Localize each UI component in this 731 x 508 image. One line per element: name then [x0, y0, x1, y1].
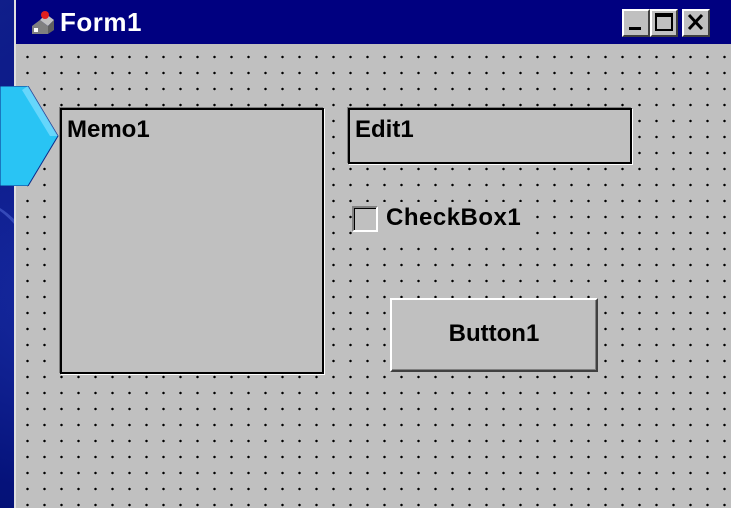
maximize-icon	[655, 13, 673, 31]
minimize-button[interactable]	[622, 9, 650, 37]
form-client-area[interactable]: Memo1 Edit1 CheckBox1 Button1	[16, 44, 731, 508]
checkbox[interactable]: CheckBox1	[352, 202, 528, 236]
memo-text: Memo1	[67, 116, 150, 143]
minimize-icon	[629, 27, 641, 30]
window-title: Form1	[60, 7, 142, 37]
maximize-button[interactable]	[650, 9, 678, 37]
edit-field[interactable]: Edit1	[348, 108, 632, 164]
button1[interactable]: Button1	[390, 298, 598, 372]
checkbox-box[interactable]	[352, 206, 378, 232]
close-button[interactable]	[682, 9, 710, 37]
memo-box[interactable]: Memo1	[60, 108, 324, 374]
edit-value: Edit1	[355, 116, 414, 143]
form-window[interactable]: Form1 Memo1 Edit1 CheckBox1 Button1	[14, 0, 731, 508]
form-app-icon	[32, 11, 54, 34]
slide-background: Form1 Memo1 Edit1 CheckBox1 Button1	[0, 0, 731, 508]
close-icon	[687, 13, 704, 31]
button1-label: Button1	[448, 320, 540, 347]
checkbox-label: CheckBox1	[386, 204, 522, 231]
title-bar[interactable]: Form1	[16, 0, 731, 44]
arrow-pointer-icon	[0, 86, 59, 186]
